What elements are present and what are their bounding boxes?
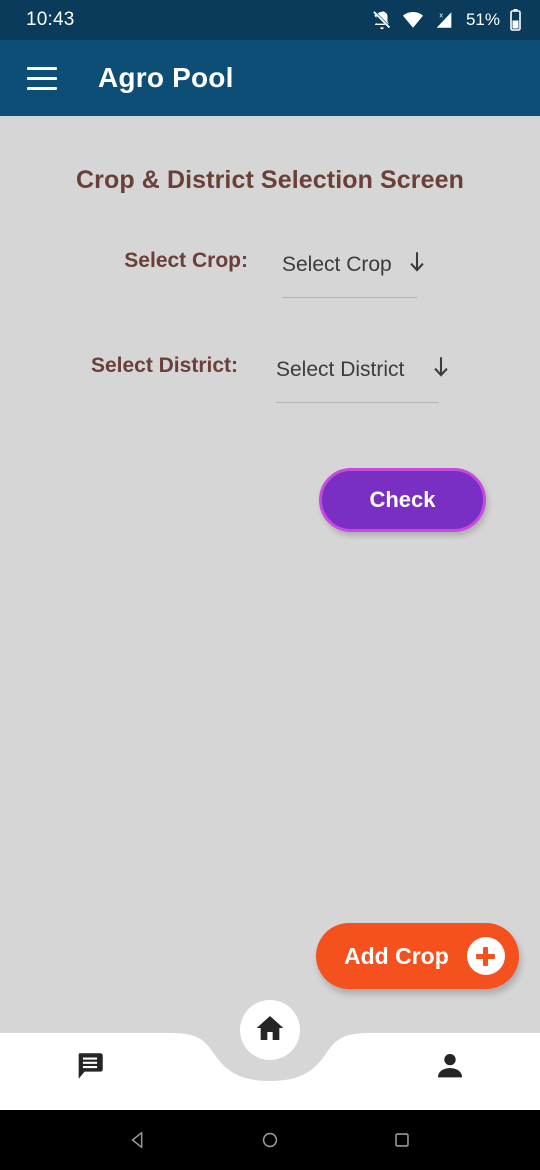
status-bar: 10:43 x 51% bbox=[0, 0, 540, 40]
bottom-navigation-bar bbox=[0, 1000, 540, 1110]
select-district-label: Select District: bbox=[90, 354, 238, 377]
select-crop-dropdown-inner: Select Crop bbox=[282, 249, 430, 287]
bottom-nav-item-profile[interactable] bbox=[414, 1043, 486, 1093]
select-crop-label: Select Crop: bbox=[124, 249, 248, 272]
notifications-off-icon bbox=[371, 9, 393, 31]
home-icon bbox=[254, 1012, 286, 1049]
crop-field-row: Select Crop: Select Crop bbox=[0, 249, 540, 298]
bottom-nav-item-chat[interactable] bbox=[54, 1043, 126, 1093]
select-district-value: Select District bbox=[276, 357, 405, 381]
home-circle-icon[interactable] bbox=[259, 1129, 281, 1151]
select-crop-dropdown[interactable]: Select Crop bbox=[282, 249, 430, 298]
svg-text:x: x bbox=[439, 10, 443, 19]
select-crop-underline bbox=[282, 297, 417, 298]
back-triangle-icon[interactable] bbox=[127, 1129, 149, 1151]
android-navigation-bar bbox=[0, 1110, 540, 1170]
hamburger-line bbox=[27, 76, 57, 80]
person-icon bbox=[433, 1049, 467, 1088]
status-bar-clock: 10:43 bbox=[26, 9, 75, 30]
bottom-nav-item-home[interactable] bbox=[240, 1000, 300, 1060]
select-district-dropdown[interactable]: Select District bbox=[276, 354, 454, 403]
app-bar: Agro Pool bbox=[0, 40, 540, 116]
status-bar-icons: x 51% bbox=[371, 9, 522, 31]
phone-screen: 10:43 x 51% Agro Pool Crop & District Se… bbox=[0, 0, 540, 1170]
arrow-down-icon bbox=[428, 354, 454, 385]
app-title: Agro Pool bbox=[98, 62, 234, 93]
cellular-no-sim-icon: x bbox=[433, 9, 455, 31]
hamburger-menu-icon[interactable] bbox=[22, 58, 62, 98]
select-crop-value: Select Crop bbox=[282, 252, 392, 276]
main-content: Crop & District Selection Screen Select … bbox=[0, 116, 540, 1025]
hamburger-line bbox=[27, 66, 57, 70]
hamburger-line bbox=[27, 86, 57, 90]
district-field-row: Select District: Select District bbox=[0, 354, 540, 403]
plus-icon bbox=[466, 937, 505, 975]
select-district-underline bbox=[276, 402, 439, 403]
check-button[interactable]: Check bbox=[319, 468, 486, 532]
battery-icon bbox=[509, 9, 522, 31]
wifi-icon bbox=[402, 9, 424, 31]
page-title: Crop & District Selection Screen bbox=[75, 166, 465, 194]
arrow-down-icon bbox=[404, 249, 430, 280]
recents-square-icon[interactable] bbox=[391, 1129, 413, 1151]
chat-bubble-icon bbox=[73, 1049, 107, 1088]
add-crop-label: Add Crop bbox=[344, 942, 449, 969]
battery-percent-label: 51% bbox=[465, 10, 500, 29]
select-district-dropdown-inner: Select District bbox=[276, 354, 454, 392]
add-crop-button[interactable]: Add Crop bbox=[316, 923, 519, 989]
